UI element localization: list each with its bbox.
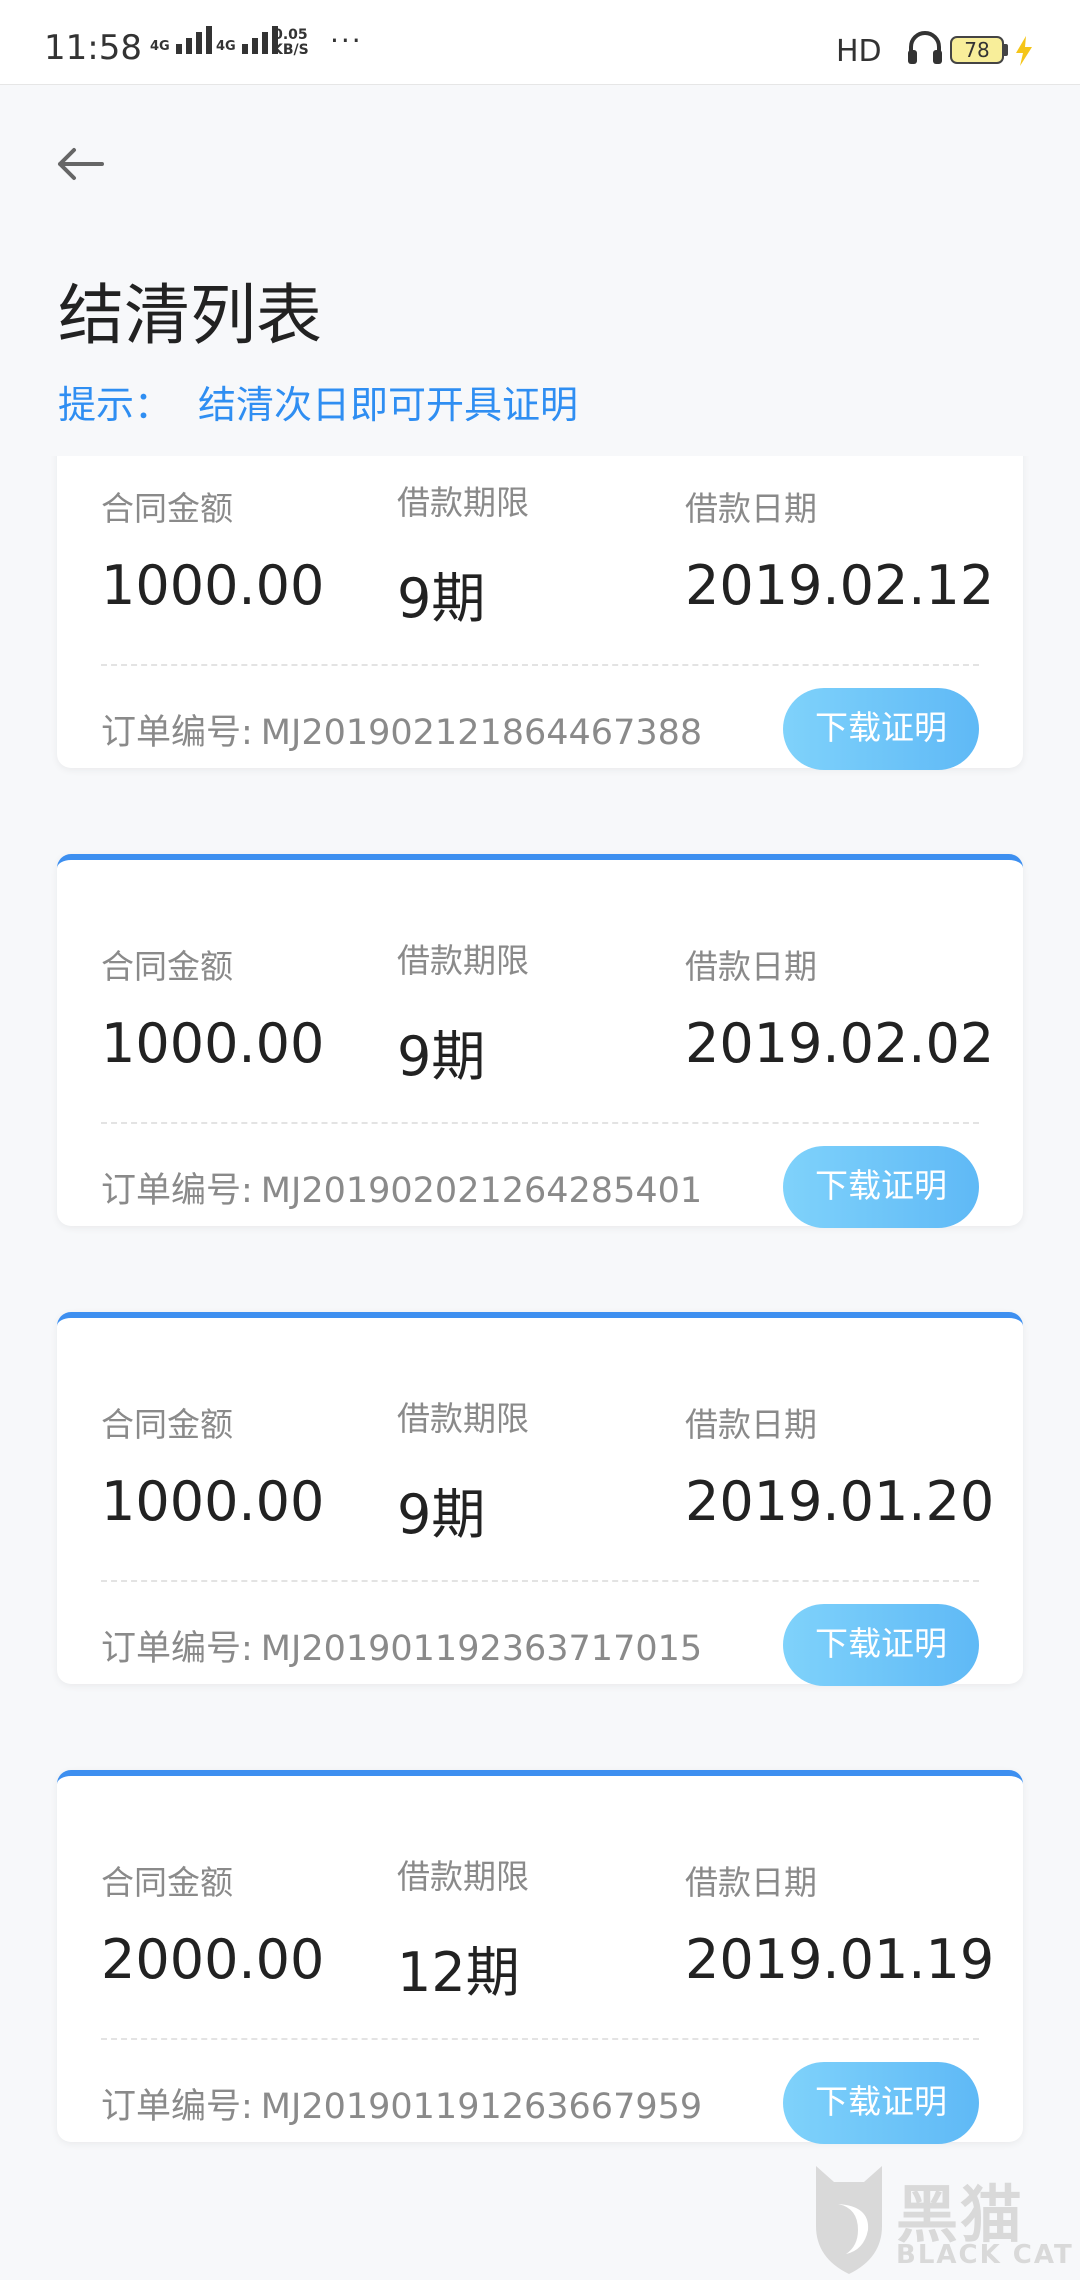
order-number: 订单编号: MJ201901192363717015	[101, 1620, 702, 1671]
order-number: 订单编号: MJ201902021264285401	[101, 1162, 702, 1213]
download-certificate-button[interactable]: 下载证明	[783, 1604, 979, 1686]
amount-value: 1000.00	[101, 1012, 325, 1075]
amount-label: 合同金额	[101, 1863, 233, 1902]
more-dots: ···	[330, 24, 363, 57]
date-label: 借款日期	[685, 489, 817, 528]
term-label: 借款期限	[397, 483, 529, 522]
order-prefix: 订单编号:	[101, 713, 253, 753]
amount-value: 1000.00	[101, 554, 325, 617]
term-value: 9期	[397, 1025, 486, 1088]
download-certificate-button[interactable]: 下载证明	[783, 2062, 979, 2144]
settlement-card: 合同金额 借款期限 借款日期 1000.00 9期 2019.02.12 订单编…	[57, 456, 1023, 770]
signal-label: 4G	[150, 39, 170, 54]
status-bar: 11:58 4G 4G 0.05 KB/S ··· HD 78	[0, 0, 1080, 85]
dashed-divider	[101, 2038, 979, 2040]
order-number-value: MJ201901191263667959	[260, 2087, 703, 2127]
term-label: 借款期限	[397, 1857, 529, 1896]
date-value: 2019.02.02	[685, 1012, 995, 1075]
download-certificate-button[interactable]: 下载证明	[783, 688, 979, 770]
battery-tip	[1004, 44, 1008, 56]
net-speed: 0.05 KB/S	[272, 28, 309, 58]
settlement-list[interactable]: 合同金额 借款期限 借款日期 1000.00 9期 2019.02.12 订单编…	[0, 456, 1080, 2280]
dashed-divider	[101, 664, 979, 666]
date-value: 2019.01.19	[685, 1928, 995, 1991]
charging-icon	[1016, 36, 1032, 66]
order-number-value: MJ201901192363717015	[260, 1629, 703, 1669]
term-label: 借款期限	[397, 941, 529, 980]
tip-text: 结清次日即可开具证明	[198, 383, 579, 427]
net-speed-unit: KB/S	[272, 42, 309, 58]
amount-value: 2000.00	[101, 1928, 325, 1991]
watermark: 黑猫 BLACK CAT	[808, 2160, 1080, 2280]
signal-icon: 4G	[150, 26, 212, 54]
tip-label: 提示：	[58, 383, 173, 427]
date-label: 借款日期	[685, 947, 817, 986]
amount-value: 1000.00	[101, 1470, 325, 1533]
tip-line: 提示： 结清次日即可开具证明	[58, 374, 578, 429]
order-number-value: MJ201902021264285401	[260, 1171, 703, 1211]
dashed-divider	[101, 1122, 979, 1124]
date-label: 借款日期	[685, 1405, 817, 1444]
cat-shield-icon	[816, 2166, 882, 2274]
status-time: 11:58	[44, 28, 142, 68]
battery-icon: 78	[950, 36, 1004, 64]
watermark-en: BLACK CAT	[896, 2240, 1074, 2270]
amount-label: 合同金额	[101, 1405, 233, 1444]
net-speed-value: 0.05	[273, 27, 308, 43]
download-certificate-button[interactable]: 下载证明	[783, 1146, 979, 1228]
order-prefix: 订单编号:	[101, 2087, 253, 2127]
order-number: 订单编号: MJ201902121864467388	[101, 704, 702, 755]
order-prefix: 订单编号:	[101, 1629, 253, 1669]
order-number-value: MJ201902121864467388	[260, 713, 703, 753]
date-value: 2019.02.12	[685, 554, 995, 617]
back-arrow-icon[interactable]	[52, 140, 112, 188]
settlement-card: 合同金额 借款期限 借款日期 2000.00 12期 2019.01.19 订单…	[57, 1770, 1023, 2144]
date-value: 2019.01.20	[685, 1470, 995, 1533]
settlement-card: 合同金额 借款期限 借款日期 1000.00 9期 2019.02.02 订单编…	[57, 854, 1023, 1228]
dashed-divider	[101, 1580, 979, 1582]
signal-icon: 4G	[216, 26, 278, 54]
amount-label: 合同金额	[101, 489, 233, 528]
page-title: 结清列表	[58, 277, 322, 354]
battery-level: 78	[964, 38, 990, 62]
headset-icon	[908, 31, 942, 64]
order-prefix: 订单编号:	[101, 1171, 253, 1211]
signal-label: 4G	[216, 39, 236, 54]
settlement-card: 合同金额 借款期限 借款日期 1000.00 9期 2019.01.20 订单编…	[57, 1312, 1023, 1686]
term-value: 9期	[397, 567, 486, 630]
hd-label: HD	[836, 34, 882, 69]
term-value: 12期	[397, 1941, 520, 2004]
term-label: 借款期限	[397, 1399, 529, 1438]
order-number: 订单编号: MJ201901191263667959	[101, 2078, 702, 2129]
amount-label: 合同金额	[101, 947, 233, 986]
term-value: 9期	[397, 1483, 486, 1546]
date-label: 借款日期	[685, 1863, 817, 1902]
